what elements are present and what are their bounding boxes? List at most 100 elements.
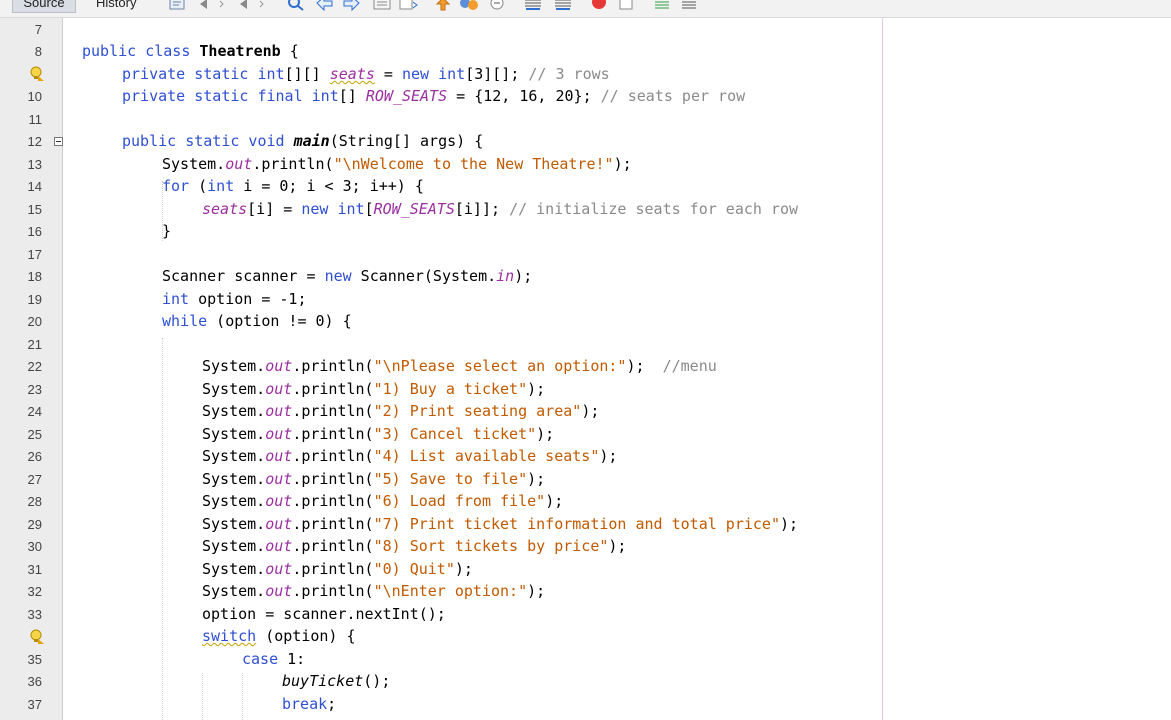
- code-text: 1:: [278, 650, 306, 668]
- indent-guide: [242, 673, 243, 720]
- code-text: .println(: [292, 492, 374, 510]
- code-text: System.: [202, 402, 266, 420]
- code-text: System.: [202, 380, 266, 398]
- string-literal: "\nPlease select an option:": [373, 357, 627, 375]
- diff-icon[interactable]: [653, 0, 673, 12]
- uncomment-icon[interactable]: [553, 0, 575, 12]
- line-number: 21: [27, 337, 42, 352]
- code-text: );: [527, 582, 546, 600]
- line-number: 15: [27, 202, 42, 217]
- code-line-9: private static int[][] seats = new int[3…: [122, 63, 610, 85]
- keyword: new int: [401, 65, 466, 83]
- line-number: 36: [27, 674, 42, 689]
- code-text: );: [454, 560, 473, 578]
- code-text: System.: [162, 155, 226, 173]
- code-text: );: [626, 357, 663, 375]
- line-number: 28: [27, 494, 42, 509]
- string-literal: "8) Sort tickets by price": [373, 537, 609, 555]
- code-line-8: public class Theatrenb {: [82, 40, 299, 62]
- prev-icon[interactable]: [315, 0, 335, 12]
- code-line-31: System.out.println("0) Quit");: [202, 558, 473, 580]
- toggle-icon[interactable]: [372, 0, 394, 12]
- code-text: Scanner(System.: [351, 267, 497, 285]
- code-text: System.: [202, 515, 266, 533]
- keyword: switch: [202, 627, 257, 645]
- code-text: (String[] args) {: [329, 132, 484, 150]
- history-icon[interactable]: [168, 0, 188, 12]
- code-text: option = -1;: [189, 290, 307, 308]
- string-literal: "\nEnter option:": [373, 582, 528, 600]
- record-macro-icon[interactable]: [488, 0, 508, 12]
- tab-history[interactable]: History: [86, 0, 146, 12]
- code-line-16: }: [162, 220, 171, 242]
- keyword: case: [242, 650, 279, 668]
- line-number: 19: [27, 292, 42, 307]
- line-number: 14: [27, 179, 42, 194]
- comment-icon[interactable]: [523, 0, 545, 12]
- code-text: );: [514, 267, 533, 285]
- code-text: {: [280, 42, 299, 60]
- fold-collapse-icon[interactable]: [54, 137, 63, 146]
- code-editor[interactable]: public class Theatrenb { private static …: [63, 18, 1171, 720]
- code-line-13: System.out.println("\nWelcome to the New…: [162, 153, 632, 175]
- code-text: );: [536, 425, 555, 443]
- code-text: .println(: [292, 515, 374, 533]
- code-text: = {12, 16, 20};: [447, 87, 601, 105]
- keyword: int: [207, 177, 235, 195]
- code-text: .println(: [252, 155, 334, 173]
- bookmark-icon[interactable]: [398, 0, 420, 12]
- search-icon[interactable]: [287, 0, 307, 12]
- shift-left-icon[interactable]: [434, 0, 454, 12]
- field-name: out: [265, 357, 293, 375]
- class-name: Theatrenb: [199, 42, 281, 60]
- code-text: []: [338, 87, 366, 105]
- field-name: seats: [329, 65, 375, 83]
- code-text: System.: [202, 425, 266, 443]
- line-number: 35: [27, 652, 42, 667]
- line-number: 20: [27, 314, 42, 329]
- comment: // seats per row: [600, 87, 746, 105]
- code-text: System.: [202, 447, 266, 465]
- warning-hint-icon[interactable]: [29, 66, 45, 82]
- line-number: 37: [27, 697, 42, 712]
- code-text: );: [581, 402, 600, 420]
- code-line-22: System.out.println("\nPlease select an o…: [202, 355, 717, 377]
- code-line-35: case 1:: [242, 648, 305, 670]
- field-name: out: [265, 380, 293, 398]
- back-icon[interactable]: [196, 0, 226, 12]
- code-text: option = scanner.nextInt();: [202, 605, 446, 623]
- next-icon[interactable]: [341, 0, 361, 12]
- comment: // initialize seats for each row: [509, 200, 799, 218]
- forward-icon[interactable]: [236, 0, 266, 12]
- shift-right-icon[interactable]: [457, 0, 483, 12]
- field-name: out: [265, 537, 293, 555]
- keyword: public static void: [122, 132, 294, 150]
- code-text: (option) {: [256, 627, 356, 645]
- stop-macro-icon[interactable]: [590, 0, 610, 12]
- code-text: .println(: [292, 402, 374, 420]
- code-text: ();: [363, 672, 391, 690]
- string-literal: "2) Print seating area": [373, 402, 582, 420]
- list-icon[interactable]: [680, 0, 700, 12]
- field-name: out: [265, 492, 293, 510]
- code-text: System.: [202, 537, 266, 555]
- code-line-33: option = scanner.nextInt();: [202, 603, 446, 625]
- string-literal: "0) Quit": [373, 560, 455, 578]
- line-number: 11: [28, 112, 43, 127]
- code-line-30: System.out.println("8) Sort tickets by p…: [202, 535, 626, 557]
- warning-hint-icon[interactable]: [29, 629, 45, 645]
- keyword: for: [162, 177, 190, 195]
- method-name: main: [293, 132, 330, 150]
- code-text: [][]: [284, 65, 330, 83]
- code-line-34: switch (option) {: [202, 625, 356, 647]
- stop-square-icon[interactable]: [618, 0, 636, 12]
- code-text: [3][];: [465, 65, 529, 83]
- line-number: 29: [27, 517, 42, 532]
- code-text: .println(: [292, 380, 374, 398]
- code-text: System.: [202, 492, 266, 510]
- code-line-18: Scanner scanner = new Scanner(System.in)…: [162, 265, 532, 287]
- code-text: );: [779, 515, 799, 533]
- field-name: out: [265, 425, 293, 443]
- code-text: =: [374, 65, 402, 83]
- tab-source[interactable]: Source: [12, 0, 76, 13]
